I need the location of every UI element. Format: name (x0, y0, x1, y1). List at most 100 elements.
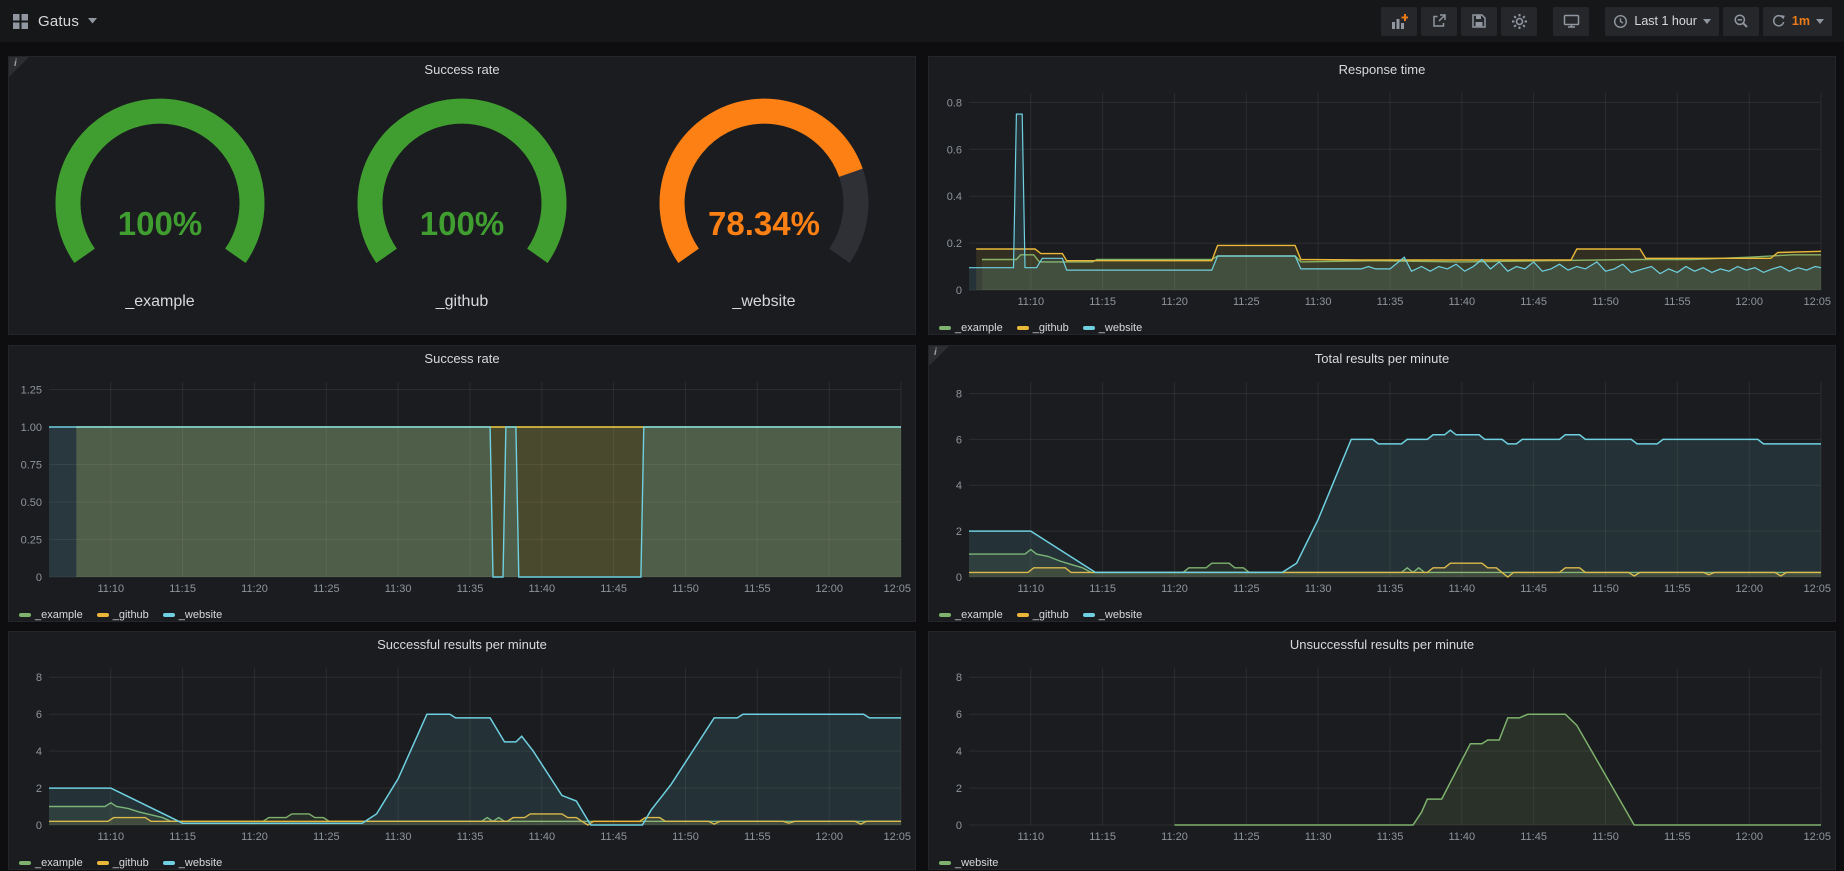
x-tick-label: 11:20 (241, 831, 268, 843)
x-tick-label: 11:35 (1377, 296, 1404, 308)
legend-swatch (97, 861, 109, 865)
panel-info-corner[interactable]: i (929, 346, 951, 368)
save-icon (1471, 13, 1487, 29)
total-results-chart[interactable]: 0246811:1011:1511:2011:2511:3011:3511:40… (929, 372, 1835, 604)
add-panel-button[interactable] (1381, 7, 1417, 36)
refresh-picker[interactable]: 1m (1763, 7, 1832, 36)
x-tick-label: 11:55 (744, 583, 771, 595)
legend-label: _website (1099, 322, 1142, 334)
x-tick-label: 11:20 (241, 583, 268, 595)
dashboard-title-dropdown[interactable]: Gatus (12, 13, 97, 30)
gear-icon (1511, 13, 1528, 30)
panel-title[interactable]: Success rate (9, 57, 915, 83)
panel-info-corner[interactable]: i (9, 57, 31, 79)
legend-swatch (939, 613, 951, 617)
gauge-value: 100% (9, 205, 311, 243)
chart-canvas[interactable]: 0246811:1011:1511:2011:2511:3011:3511:40… (929, 658, 1835, 847)
caret-down-icon (1703, 19, 1711, 24)
x-tick-label: 12:00 (815, 583, 843, 595)
legend-item-_website[interactable]: _website (939, 857, 998, 869)
x-tick-label: 11:50 (672, 831, 699, 843)
panel-title[interactable]: Total results per minute (929, 346, 1835, 372)
x-tick-label: 11:55 (744, 831, 771, 843)
legend-item-_website[interactable]: _website (163, 857, 222, 869)
x-tick-label: 11:15 (1089, 296, 1116, 308)
chart-canvas[interactable]: 00.250.500.751.001.2511:1011:1511:2011:2… (9, 372, 915, 599)
clock-icon (1613, 14, 1628, 29)
y-tick-label: 2 (956, 526, 962, 538)
panel-title[interactable]: Unsuccessful results per minute (929, 632, 1835, 658)
successful-results-chart[interactable]: 0246811:1011:1511:2011:2511:3011:3511:40… (9, 658, 915, 852)
legend-item-_github[interactable]: _github (1017, 609, 1069, 621)
unsuccessful-results-chart[interactable]: 0246811:1011:1511:2011:2511:3011:3511:40… (929, 658, 1835, 852)
zoom-out-button[interactable] (1723, 7, 1759, 36)
x-tick-label: 11:35 (1377, 583, 1404, 595)
chart-canvas[interactable]: 0246811:1011:1511:2011:2511:3011:3511:40… (929, 372, 1835, 599)
legend-swatch (19, 613, 31, 617)
x-tick-label: 11:15 (169, 583, 196, 595)
x-tick-label: 11:25 (1233, 831, 1260, 843)
x-tick-label: 11:35 (457, 583, 484, 595)
settings-button[interactable] (1501, 7, 1537, 36)
series-line-_website (969, 114, 1821, 274)
legend-label: _example (955, 609, 1003, 621)
chart-legend: _example _github _website (929, 317, 1835, 339)
legend-item-_website[interactable]: _website (1083, 322, 1142, 334)
x-tick-label: 12:05 (1803, 583, 1831, 595)
legend-label: _website (179, 857, 222, 869)
y-tick-label: 1.25 (21, 385, 42, 397)
chart-legend: _example _github _website (929, 604, 1835, 626)
success-rate-chart[interactable]: 00.250.500.751.001.2511:1011:1511:2011:2… (9, 372, 915, 604)
gauge-row: 100% _example 100% _github 78.34% _websi… (9, 83, 915, 334)
time-range-picker[interactable]: Last 1 hour (1605, 7, 1719, 36)
y-tick-label: 2 (956, 783, 962, 795)
chart-canvas[interactable]: 0246811:1011:1511:2011:2511:3011:3511:40… (9, 658, 915, 847)
tv-mode-button[interactable] (1553, 7, 1589, 36)
x-tick-label: 11:20 (1161, 583, 1188, 595)
info-triangle (9, 57, 29, 77)
chart-canvas[interactable]: 00.20.40.60.811:1011:1511:2011:2511:3011… (929, 83, 1835, 312)
x-tick-label: 11:45 (600, 831, 627, 843)
y-tick-label: 1.00 (21, 422, 42, 434)
refresh-icon (1771, 14, 1786, 29)
gauge-arc-svg (30, 93, 290, 293)
y-tick-label: 0 (956, 820, 962, 832)
legend-label: _website (179, 609, 222, 621)
legend-item-_github[interactable]: _github (1017, 322, 1069, 334)
y-tick-label: 4 (956, 746, 962, 758)
gauge-label: _example (125, 293, 194, 311)
panel-title[interactable]: Response time (929, 57, 1835, 83)
gauge-value: 100% (311, 205, 613, 243)
legend-item-_example[interactable]: _example (19, 609, 83, 621)
x-tick-label: 11:20 (1161, 296, 1188, 308)
legend-item-_website[interactable]: _website (163, 609, 222, 621)
panel-title[interactable]: Success rate (9, 346, 915, 372)
legend-item-_example[interactable]: _example (19, 857, 83, 869)
share-button[interactable] (1421, 7, 1457, 36)
navbar: Gatus (0, 0, 1844, 42)
info-triangle (929, 346, 949, 366)
x-tick-label: 11:45 (1520, 831, 1547, 843)
x-tick-label: 11:35 (457, 831, 484, 843)
panel-title[interactable]: Successful results per minute (9, 632, 915, 658)
x-tick-label: 11:10 (1017, 831, 1044, 843)
legend-item-_github[interactable]: _github (97, 857, 149, 869)
legend-item-_example[interactable]: _example (939, 609, 1003, 621)
y-tick-label: 4 (956, 480, 962, 492)
response-time-chart[interactable]: 00.20.40.60.811:1011:1511:2011:2511:3011… (929, 83, 1835, 317)
legend-item-_github[interactable]: _github (97, 609, 149, 621)
gauge-value: 78.34% (613, 205, 915, 243)
x-tick-label: 11:30 (1305, 583, 1332, 595)
legend-swatch (1083, 326, 1095, 330)
save-button[interactable] (1461, 7, 1497, 36)
y-tick-label: 0.50 (21, 497, 42, 509)
gauge-github: 100% _github (311, 93, 613, 311)
info-icon: i (14, 58, 17, 69)
legend-item-_website[interactable]: _website (1083, 609, 1142, 621)
chart-legend: _example _github _website (9, 852, 915, 871)
legend-item-_example[interactable]: _example (939, 322, 1003, 334)
x-tick-label: 12:05 (1803, 831, 1831, 843)
x-tick-label: 11:40 (528, 831, 555, 843)
x-tick-label: 11:25 (1233, 296, 1260, 308)
x-tick-label: 11:45 (1520, 583, 1547, 595)
